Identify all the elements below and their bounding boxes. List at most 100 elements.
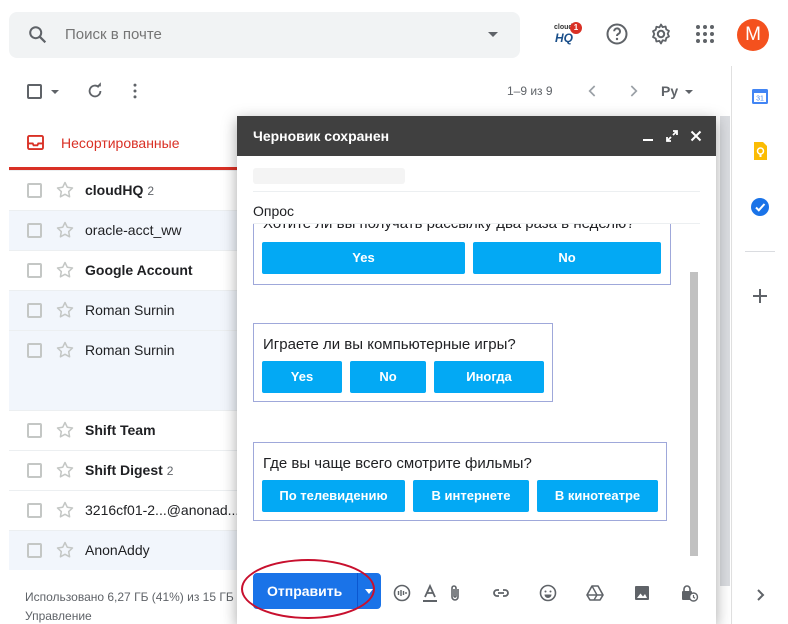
- star-icon[interactable]: [55, 540, 75, 560]
- row-checkbox[interactable]: [27, 423, 42, 438]
- sender-name: Shift Digest: [85, 462, 163, 478]
- cloudhq-mail-icon[interactable]: [392, 583, 412, 603]
- email-row[interactable]: Roman Surnin: [9, 330, 244, 410]
- row-checkbox[interactable]: [27, 463, 42, 478]
- star-icon[interactable]: [55, 420, 75, 440]
- survey-question: Играете ли вы компьютерные игры?: [263, 336, 516, 353]
- minimize-icon[interactable]: [639, 127, 657, 145]
- survey-answer-button[interactable]: No: [350, 361, 426, 393]
- select-options-icon[interactable]: [51, 90, 59, 94]
- storage-usage: Использовано 6,27 ГБ (41%) из 15 ГБ: [25, 590, 234, 604]
- compose-title: Черновик сохранен: [253, 128, 390, 144]
- search-options-icon[interactable]: [488, 32, 498, 37]
- email-sender: oracle-acct_ww: [85, 222, 181, 238]
- side-panel-divider: [731, 66, 732, 624]
- cloudhq-icon[interactable]: cloud HQ 1: [552, 22, 584, 48]
- email-sender: cloudHQ 2: [85, 182, 154, 198]
- email-sender: Roman Surnin: [85, 302, 175, 318]
- side-panel-separator: [745, 251, 775, 252]
- tab-primary[interactable]: Несортированные: [9, 118, 256, 170]
- attach-icon[interactable]: [445, 583, 465, 603]
- select-all-checkbox[interactable]: [27, 84, 42, 99]
- expand-side-panel-icon[interactable]: [750, 585, 770, 605]
- email-row[interactable]: oracle-acct_ww: [9, 210, 244, 250]
- star-icon[interactable]: [55, 300, 75, 320]
- calendar-icon[interactable]: 31: [750, 86, 770, 106]
- row-checkbox[interactable]: [27, 543, 42, 558]
- more-vert-icon[interactable]: [125, 81, 145, 101]
- language-dropdown-icon[interactable]: [685, 90, 693, 94]
- survey-block: Хотите ли вы получать рассылку два раза …: [253, 224, 671, 285]
- subject-field[interactable]: Опрос: [253, 196, 700, 224]
- confidential-mode-icon[interactable]: [679, 583, 699, 603]
- survey-answer-button[interactable]: В кинотеатре: [537, 480, 658, 512]
- chevron-right-icon[interactable]: [623, 81, 643, 101]
- highlight-circle: [241, 559, 375, 619]
- survey-answer-button[interactable]: Yes: [262, 242, 465, 274]
- survey-answer-button[interactable]: Иногда: [434, 361, 544, 393]
- email-row[interactable]: Roman Surnin: [9, 290, 244, 330]
- compose-body[interactable]: Хотите ли вы получать рассылку два раза …: [237, 224, 716, 559]
- email-row[interactable]: Shift Digest 2: [9, 450, 244, 490]
- compose-scrollbar[interactable]: [690, 272, 698, 556]
- search-bar[interactable]: [9, 12, 520, 58]
- compose-footer: Отправить: [237, 559, 716, 624]
- emoji-icon[interactable]: [538, 583, 558, 603]
- email-row[interactable]: 3216cf01-2...@anonad...: [9, 490, 244, 530]
- survey-block: Где вы чаще всего смотрите фильмы? По те…: [253, 442, 667, 521]
- sender-name: Shift Team: [85, 422, 156, 438]
- help-icon[interactable]: [605, 22, 629, 46]
- star-icon[interactable]: [55, 260, 75, 280]
- sender-name: Google Account: [85, 262, 193, 278]
- email-row[interactable]: Shift Team: [9, 410, 244, 450]
- thread-count: 2: [147, 184, 155, 198]
- email-row[interactable]: AnonAddy: [9, 530, 244, 570]
- text-format-icon[interactable]: [420, 583, 440, 603]
- email-sender: Shift Digest 2: [85, 462, 173, 478]
- insert-photo-icon[interactable]: [632, 583, 652, 603]
- sender-name: Roman Surnin: [85, 342, 175, 358]
- recipient-chip[interactable]: [253, 168, 405, 184]
- list-scrollbar[interactable]: [720, 116, 730, 586]
- row-checkbox[interactable]: [27, 223, 42, 238]
- add-addon-icon[interactable]: [750, 286, 770, 306]
- row-checkbox[interactable]: [27, 303, 42, 318]
- close-icon[interactable]: [687, 127, 705, 145]
- input-language-label[interactable]: Ру: [661, 83, 678, 99]
- star-icon[interactable]: [55, 340, 75, 360]
- search-input[interactable]: [65, 26, 445, 43]
- link-icon[interactable]: [491, 583, 511, 603]
- sender-name: oracle-acct_ww: [85, 222, 182, 238]
- star-icon[interactable]: [55, 220, 75, 240]
- inbox-icon: [27, 135, 44, 150]
- svg-text:31: 31: [756, 96, 764, 103]
- search-icon[interactable]: [27, 24, 49, 46]
- sender-name: 3216cf01-2...@anonad...: [85, 502, 240, 518]
- email-row[interactable]: cloudHQ 2: [9, 170, 244, 210]
- row-checkbox[interactable]: [27, 503, 42, 518]
- tasks-icon[interactable]: [750, 197, 770, 217]
- survey-answer-button[interactable]: В интернете: [413, 480, 529, 512]
- row-checkbox[interactable]: [27, 183, 42, 198]
- chevron-left-icon[interactable]: [583, 81, 603, 101]
- recipients-field[interactable]: [253, 164, 700, 192]
- apps-grid-icon[interactable]: [693, 22, 717, 46]
- star-icon[interactable]: [55, 460, 75, 480]
- refresh-icon[interactable]: [85, 81, 105, 101]
- gear-icon[interactable]: [649, 22, 673, 46]
- avatar[interactable]: M: [737, 19, 769, 51]
- keep-icon[interactable]: [750, 141, 770, 161]
- survey-answer-button[interactable]: Yes: [262, 361, 342, 393]
- star-icon[interactable]: [55, 500, 75, 520]
- drive-icon[interactable]: [585, 583, 605, 603]
- fullscreen-icon[interactable]: [663, 127, 681, 145]
- manage-storage-link[interactable]: Управление: [25, 609, 92, 623]
- compose-header[interactable]: Черновик сохранен: [237, 116, 716, 156]
- row-checkbox[interactable]: [27, 263, 42, 278]
- tab-label: Несортированные: [61, 135, 180, 151]
- row-checkbox[interactable]: [27, 343, 42, 358]
- star-icon[interactable]: [55, 180, 75, 200]
- survey-answer-button[interactable]: По телевидению: [262, 480, 405, 512]
- survey-answer-button[interactable]: No: [473, 242, 661, 274]
- email-row[interactable]: Google Account: [9, 250, 244, 290]
